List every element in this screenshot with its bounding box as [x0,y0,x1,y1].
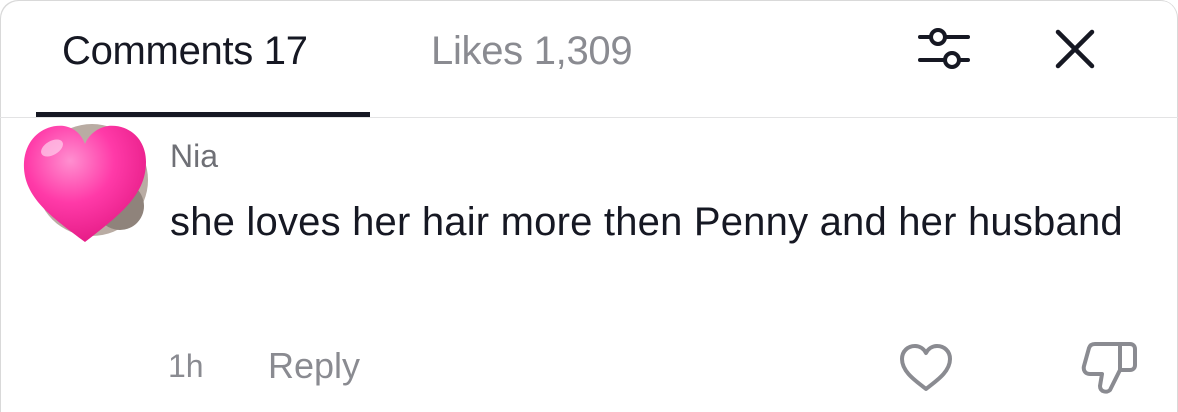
close-icon[interactable] [1052,26,1098,72]
sliders-filter-icon[interactable] [916,22,972,74]
comments-sheet: Comments 17 Likes 1,309 Nia she loves he… [0,0,1178,412]
comment-username[interactable]: Nia [170,136,218,176]
heart-outline-icon[interactable] [898,343,954,393]
comment-timestamp: 1h [168,348,204,384]
thumbs-down-icon[interactable] [1080,338,1140,396]
comment-text: she loves her hair more then Penny and h… [170,200,1123,244]
pink-heart-avatar[interactable] [20,118,150,248]
reply-button[interactable]: Reply [268,344,360,388]
tab-comments[interactable]: Comments 17 [62,26,308,76]
header-divider [0,117,1178,118]
tab-likes[interactable]: Likes 1,309 [431,26,633,76]
